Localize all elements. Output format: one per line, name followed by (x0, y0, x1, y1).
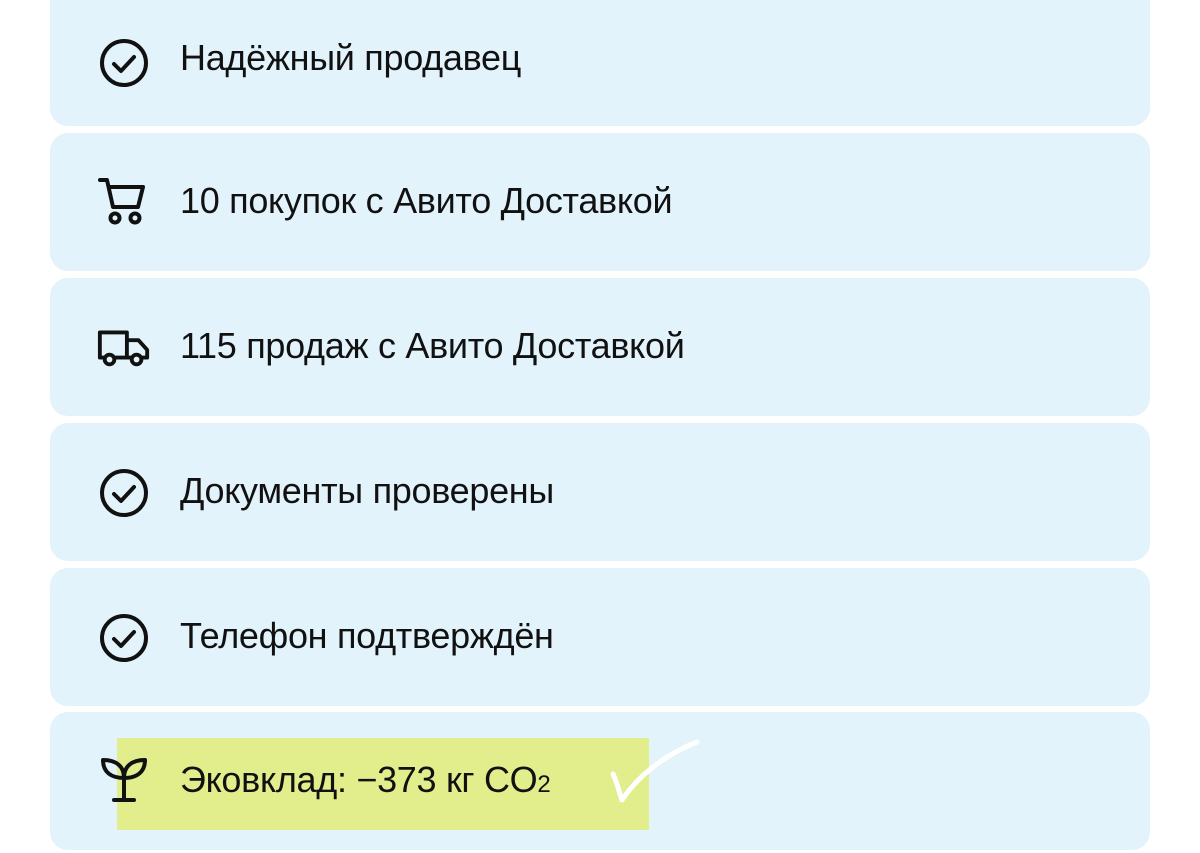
badge-card-sales: 115 продаж с Авито Доставкой (50, 278, 1150, 416)
check-circle-icon (96, 465, 152, 521)
badge-card-purchases: 10 покупок с Авито Доставкой (50, 133, 1150, 271)
badge-label: Эковклад: −373 кг CO2 (180, 759, 551, 800)
eco-label-main: Эковклад: −373 кг CO (180, 759, 538, 800)
cart-icon (96, 174, 152, 230)
badge-card-documents-verified: Документы проверены (50, 423, 1150, 561)
badge-card-phone-verified: Телефон подтверждён (50, 568, 1150, 706)
badge-label: Документы проверены (180, 470, 554, 511)
badge-label: Надёжный продавец (180, 37, 522, 78)
check-circle-icon (96, 610, 152, 666)
badge-label: 115 продаж с Авито Доставкой (180, 325, 685, 366)
badge-card-reliable-seller: Надёжный продавец (50, 0, 1150, 126)
badge-label: 10 покупок с Авито Доставкой (180, 180, 673, 221)
handwritten-check-mark (610, 739, 700, 803)
eco-label-subscript: 2 (537, 771, 551, 798)
truck-icon (96, 318, 152, 374)
badge-label: Телефон подтверждён (180, 615, 554, 656)
check-circle-icon (96, 35, 152, 91)
sprout-icon (96, 752, 152, 808)
